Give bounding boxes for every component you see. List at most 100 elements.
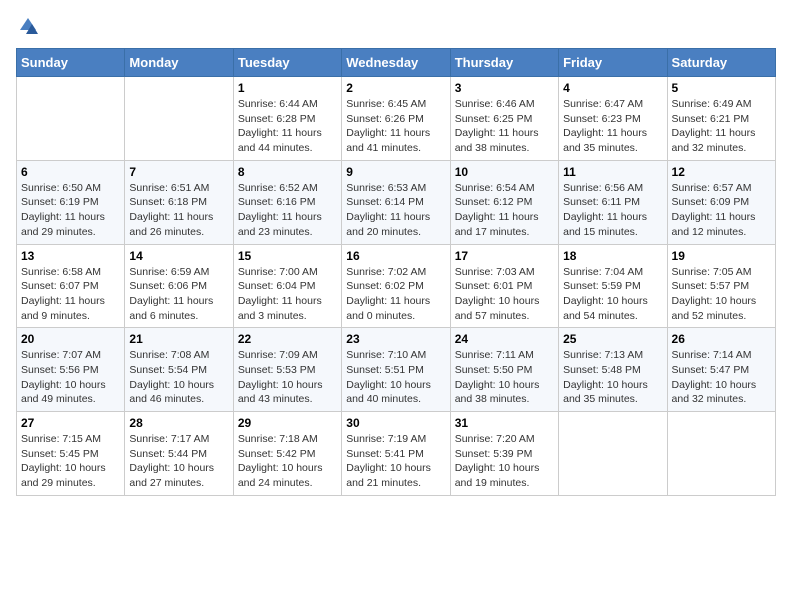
cell-content: Sunrise: 7:07 AM Sunset: 5:56 PM Dayligh… xyxy=(21,348,120,407)
calendar-cell: 9 Sunrise: 6:53 AM Sunset: 6:14 PM Daylig… xyxy=(342,160,450,244)
cell-content: Sunrise: 6:49 AM Sunset: 6:21 PM Dayligh… xyxy=(672,97,771,156)
logo-icon xyxy=(18,16,38,36)
column-header-thursday: Thursday xyxy=(450,49,558,77)
day-number: 29 xyxy=(238,416,337,430)
calendar-table: SundayMondayTuesdayWednesdayThursdayFrid… xyxy=(16,48,776,496)
calendar-cell: 28 Sunrise: 7:17 AM Sunset: 5:44 PM Dayli… xyxy=(125,412,233,496)
calendar-cell: 25Sunrise: 7:13 AM Sunset: 5:48 PM Dayli… xyxy=(559,328,667,412)
cell-content: Sunrise: 7:00 AM Sunset: 6:04 PM Dayligh… xyxy=(238,265,337,324)
day-number: 13 xyxy=(21,249,120,263)
calendar-cell: 8 Sunrise: 6:52 AM Sunset: 6:16 PM Daylig… xyxy=(233,160,341,244)
day-number: 10 xyxy=(455,165,554,179)
calendar-header-row: SundayMondayTuesdayWednesdayThursdayFrid… xyxy=(17,49,776,77)
calendar-week-row: 13 Sunrise: 6:58 AM Sunset: 6:07 PM Dayli… xyxy=(17,244,776,328)
calendar-cell: 2Sunrise: 6:45 AM Sunset: 6:26 PM Daylig… xyxy=(342,77,450,161)
calendar-week-row: 1Sunrise: 6:44 AM Sunset: 6:28 PM Daylig… xyxy=(17,77,776,161)
cell-content: Sunrise: 7:15 AM Sunset: 5:45 PM Dayligh… xyxy=(21,432,120,491)
column-header-saturday: Saturday xyxy=(667,49,775,77)
day-number: 25 xyxy=(563,332,662,346)
day-number: 21 xyxy=(129,332,228,346)
calendar-cell: 16 Sunrise: 7:02 AM Sunset: 6:02 PM Dayli… xyxy=(342,244,450,328)
calendar-cell: 29 Sunrise: 7:18 AM Sunset: 5:42 PM Dayli… xyxy=(233,412,341,496)
calendar-cell: 13 Sunrise: 6:58 AM Sunset: 6:07 PM Dayli… xyxy=(17,244,125,328)
day-number: 2 xyxy=(346,81,445,95)
calendar-cell: 5 Sunrise: 6:49 AM Sunset: 6:21 PM Daylig… xyxy=(667,77,775,161)
calendar-cell xyxy=(17,77,125,161)
day-number: 26 xyxy=(672,332,771,346)
calendar-cell: 22 Sunrise: 7:09 AM Sunset: 5:53 PM Dayli… xyxy=(233,328,341,412)
calendar-cell: 27 Sunrise: 7:15 AM Sunset: 5:45 PM Dayli… xyxy=(17,412,125,496)
calendar-cell: 20 Sunrise: 7:07 AM Sunset: 5:56 PM Dayli… xyxy=(17,328,125,412)
day-number: 16 xyxy=(346,249,445,263)
day-number: 7 xyxy=(129,165,228,179)
cell-content: Sunrise: 7:08 AM Sunset: 5:54 PM Dayligh… xyxy=(129,348,228,407)
calendar-cell: 24 Sunrise: 7:11 AM Sunset: 5:50 PM Dayli… xyxy=(450,328,558,412)
calendar-cell xyxy=(125,77,233,161)
calendar-cell: 12 Sunrise: 6:57 AM Sunset: 6:09 PM Dayli… xyxy=(667,160,775,244)
day-number: 31 xyxy=(455,416,554,430)
day-number: 24 xyxy=(455,332,554,346)
day-number: 20 xyxy=(21,332,120,346)
calendar-cell: 19 Sunrise: 7:05 AM Sunset: 5:57 PM Dayli… xyxy=(667,244,775,328)
calendar-cell xyxy=(559,412,667,496)
cell-content: Sunrise: 7:14 AM Sunset: 5:47 PM Dayligh… xyxy=(672,348,771,407)
cell-content: Sunrise: 6:47 AM Sunset: 6:23 PM Dayligh… xyxy=(563,97,662,156)
calendar-cell: 26 Sunrise: 7:14 AM Sunset: 5:47 PM Dayli… xyxy=(667,328,775,412)
day-number: 27 xyxy=(21,416,120,430)
column-header-tuesday: Tuesday xyxy=(233,49,341,77)
cell-content: Sunrise: 7:20 AM Sunset: 5:39 PM Dayligh… xyxy=(455,432,554,491)
cell-content: Sunrise: 7:04 AM Sunset: 5:59 PM Dayligh… xyxy=(563,265,662,324)
cell-content: Sunrise: 6:59 AM Sunset: 6:06 PM Dayligh… xyxy=(129,265,228,324)
calendar-cell: 30Sunrise: 7:19 AM Sunset: 5:41 PM Dayli… xyxy=(342,412,450,496)
cell-content: Sunrise: 6:53 AM Sunset: 6:14 PM Dayligh… xyxy=(346,181,445,240)
day-number: 11 xyxy=(563,165,662,179)
cell-content: Sunrise: 7:18 AM Sunset: 5:42 PM Dayligh… xyxy=(238,432,337,491)
day-number: 4 xyxy=(563,81,662,95)
column-header-monday: Monday xyxy=(125,49,233,77)
calendar-week-row: 27 Sunrise: 7:15 AM Sunset: 5:45 PM Dayli… xyxy=(17,412,776,496)
cell-content: Sunrise: 6:57 AM Sunset: 6:09 PM Dayligh… xyxy=(672,181,771,240)
day-number: 30 xyxy=(346,416,445,430)
cell-content: Sunrise: 6:46 AM Sunset: 6:25 PM Dayligh… xyxy=(455,97,554,156)
cell-content: Sunrise: 6:58 AM Sunset: 6:07 PM Dayligh… xyxy=(21,265,120,324)
day-number: 5 xyxy=(672,81,771,95)
day-number: 12 xyxy=(672,165,771,179)
calendar-week-row: 20 Sunrise: 7:07 AM Sunset: 5:56 PM Dayli… xyxy=(17,328,776,412)
day-number: 28 xyxy=(129,416,228,430)
calendar-cell: 7 Sunrise: 6:51 AM Sunset: 6:18 PM Daylig… xyxy=(125,160,233,244)
cell-content: Sunrise: 7:02 AM Sunset: 6:02 PM Dayligh… xyxy=(346,265,445,324)
calendar-cell: 4 Sunrise: 6:47 AM Sunset: 6:23 PM Daylig… xyxy=(559,77,667,161)
calendar-cell: 23Sunrise: 7:10 AM Sunset: 5:51 PM Dayli… xyxy=(342,328,450,412)
day-number: 15 xyxy=(238,249,337,263)
calendar-week-row: 6Sunrise: 6:50 AM Sunset: 6:19 PM Daylig… xyxy=(17,160,776,244)
day-number: 22 xyxy=(238,332,337,346)
calendar-cell: 17Sunrise: 7:03 AM Sunset: 6:01 PM Dayli… xyxy=(450,244,558,328)
day-number: 19 xyxy=(672,249,771,263)
cell-content: Sunrise: 7:10 AM Sunset: 5:51 PM Dayligh… xyxy=(346,348,445,407)
day-number: 14 xyxy=(129,249,228,263)
day-number: 17 xyxy=(455,249,554,263)
cell-content: Sunrise: 6:51 AM Sunset: 6:18 PM Dayligh… xyxy=(129,181,228,240)
column-header-friday: Friday xyxy=(559,49,667,77)
logo xyxy=(16,16,38,36)
day-number: 18 xyxy=(563,249,662,263)
day-number: 1 xyxy=(238,81,337,95)
column-header-wednesday: Wednesday xyxy=(342,49,450,77)
day-number: 3 xyxy=(455,81,554,95)
calendar-cell: 11 Sunrise: 6:56 AM Sunset: 6:11 PM Dayli… xyxy=(559,160,667,244)
calendar-cell: 10Sunrise: 6:54 AM Sunset: 6:12 PM Dayli… xyxy=(450,160,558,244)
cell-content: Sunrise: 7:05 AM Sunset: 5:57 PM Dayligh… xyxy=(672,265,771,324)
cell-content: Sunrise: 7:17 AM Sunset: 5:44 PM Dayligh… xyxy=(129,432,228,491)
day-number: 8 xyxy=(238,165,337,179)
calendar-cell: 18 Sunrise: 7:04 AM Sunset: 5:59 PM Dayli… xyxy=(559,244,667,328)
column-header-sunday: Sunday xyxy=(17,49,125,77)
calendar-cell xyxy=(667,412,775,496)
cell-content: Sunrise: 7:11 AM Sunset: 5:50 PM Dayligh… xyxy=(455,348,554,407)
day-number: 9 xyxy=(346,165,445,179)
day-number: 6 xyxy=(21,165,120,179)
calendar-cell: 15 Sunrise: 7:00 AM Sunset: 6:04 PM Dayli… xyxy=(233,244,341,328)
cell-content: Sunrise: 6:56 AM Sunset: 6:11 PM Dayligh… xyxy=(563,181,662,240)
cell-content: Sunrise: 7:09 AM Sunset: 5:53 PM Dayligh… xyxy=(238,348,337,407)
cell-content: Sunrise: 6:52 AM Sunset: 6:16 PM Dayligh… xyxy=(238,181,337,240)
calendar-cell: 31 Sunrise: 7:20 AM Sunset: 5:39 PM Dayli… xyxy=(450,412,558,496)
